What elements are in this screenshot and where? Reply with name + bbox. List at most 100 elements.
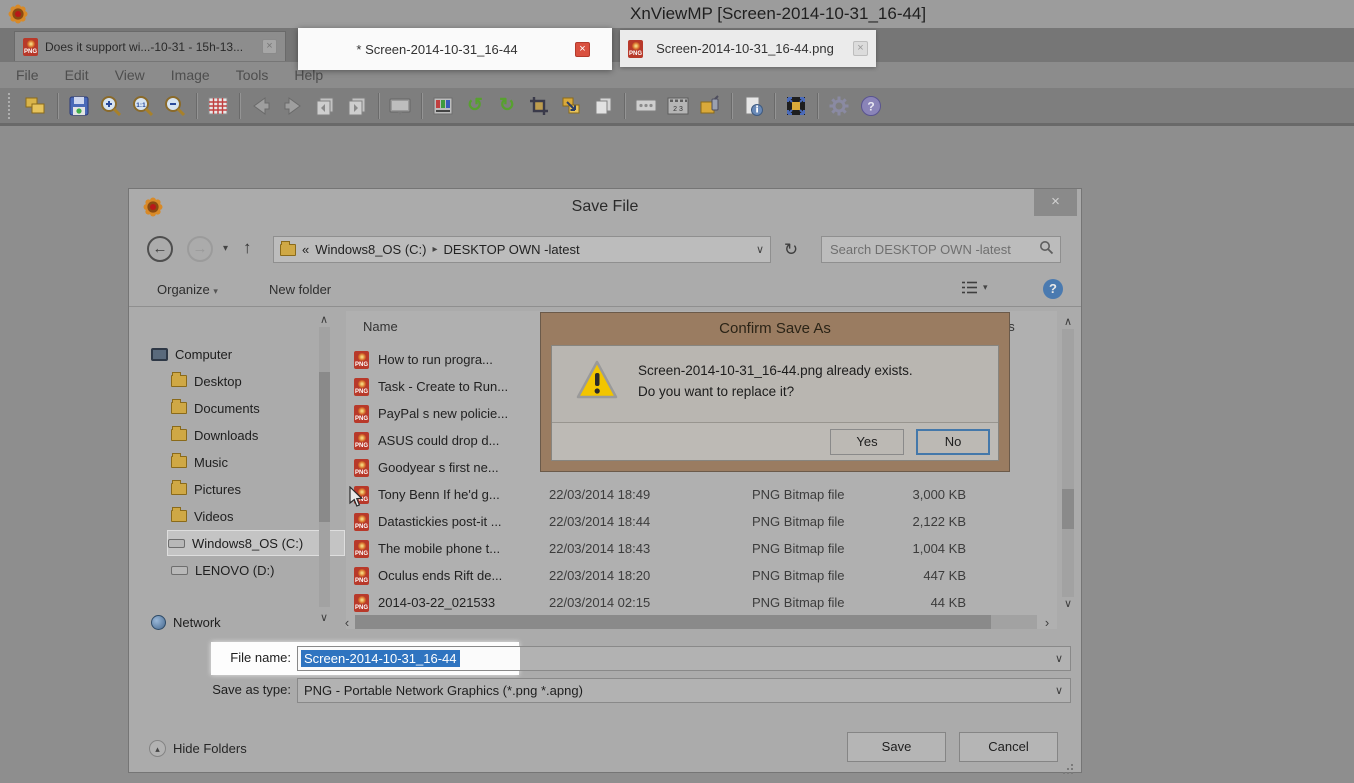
edit-image-icon[interactable] [694, 92, 726, 120]
menu-view[interactable]: View [115, 67, 145, 83]
save-dialog-titlebar[interactable]: Save File × [129, 189, 1081, 229]
scroll-right-icon[interactable]: › [1041, 615, 1053, 630]
breadcrumb-prefix[interactable]: « [302, 242, 309, 257]
zoom-in-icon[interactable] [95, 92, 127, 120]
info-icon[interactable] [737, 92, 769, 120]
browse-folders-icon[interactable] [20, 92, 52, 120]
close-dialog-icon[interactable]: × [1034, 189, 1077, 216]
close-tab-icon[interactable]: × [262, 39, 277, 54]
next-image-icon[interactable] [341, 92, 373, 120]
captions-icon[interactable] [630, 92, 662, 120]
menu-edit[interactable]: Edit [65, 67, 89, 83]
sidebar-item-music[interactable]: Music [171, 449, 341, 475]
scroll-down-icon[interactable]: ∨ [1061, 597, 1075, 610]
file-row[interactable]: PNG The mobile phone t... 22/03/2014 18:43… [354, 535, 1049, 562]
scroll-up-icon[interactable]: ∧ [1061, 315, 1075, 328]
list-horizontal-scrollbar[interactable] [355, 615, 1037, 629]
yes-button[interactable]: Yes [830, 429, 904, 455]
toolbar-drag-handle[interactable] [8, 92, 14, 119]
sidebar-item-pictures[interactable]: Pictures [171, 476, 341, 502]
sidebar-scrollbar[interactable] [319, 327, 330, 607]
sidebar-item-downloads[interactable]: Downloads [171, 422, 341, 448]
file-row[interactable]: PNG 2014-03-22_021533 22/03/2014 02:15 PNG … [354, 589, 1049, 616]
save-as-type-select[interactable]: PNG - Portable Network Graphics (*.png *… [297, 678, 1071, 703]
close-tab-icon[interactable]: × [574, 41, 590, 57]
sidebar-item-computer[interactable]: Computer [151, 341, 321, 367]
confirm-button-strip: Yes No [552, 422, 998, 460]
dropdown-icon[interactable]: ∨ [1055, 684, 1063, 697]
scroll-down-icon[interactable]: ∨ [317, 611, 331, 624]
breadcrumb-drive[interactable]: Windows8_OS (C:) [315, 242, 426, 257]
list-vertical-scrollbar[interactable] [1062, 329, 1074, 597]
sidebar-item-network[interactable]: Network [151, 609, 321, 635]
back-button[interactable]: ← [147, 236, 173, 262]
search-input[interactable] [828, 241, 1039, 258]
filmstrip-icon[interactable]: 2 3 [662, 92, 694, 120]
recent-locations-dropdown-icon[interactable]: ▾ [223, 243, 228, 254]
organize-button[interactable]: Organize ▾ [157, 282, 218, 297]
tab-screen-active[interactable]: * Screen-2014-10-31_16-44 × [298, 28, 612, 70]
resize-grip[interactable] [1071, 764, 1073, 766]
scrollbar-thumb[interactable] [355, 615, 991, 629]
breadcrumb-folder[interactable]: DESKTOP OWN -latest [444, 242, 580, 257]
scroll-up-icon[interactable]: ∧ [317, 313, 331, 326]
zoom-out-icon[interactable] [159, 92, 191, 120]
dropdown-icon[interactable]: ∨ [1055, 652, 1063, 665]
thumbnails-grid-icon[interactable] [202, 92, 234, 120]
help-icon[interactable]: ? [855, 92, 887, 120]
dialog-help-icon[interactable]: ? [1043, 279, 1063, 299]
scrollbar-thumb[interactable] [1062, 489, 1074, 529]
settings-gear-icon[interactable] [823, 92, 855, 120]
change-view-button[interactable]: ▾ [961, 280, 988, 295]
resize-icon[interactable] [555, 92, 587, 120]
rotate-right-icon[interactable]: ↻ [491, 92, 523, 120]
up-one-level-icon[interactable]: ↑ [243, 238, 252, 258]
app-titlebar: XnViewMP [Screen-2014-10-31_16-44] [0, 0, 1354, 28]
folder-tree: Computer Desktop Documents Downloads Mus… [137, 311, 345, 630]
no-button[interactable]: No [916, 429, 990, 455]
rotate-left-icon[interactable]: ↺ [459, 92, 491, 120]
adjust-colors-icon[interactable] [427, 92, 459, 120]
scrollbar-thumb[interactable] [319, 372, 330, 522]
menu-tools[interactable]: Tools [236, 67, 269, 83]
previous-image-icon[interactable] [309, 92, 341, 120]
tab-screen-png[interactable]: PNG Screen-2014-10-31_16-44.png × [620, 30, 876, 67]
tab-does-it-support[interactable]: PNG Does it support wi...-10-31 - 15h-13… [14, 31, 286, 61]
crop-icon[interactable] [523, 92, 555, 120]
search-box[interactable] [821, 236, 1061, 263]
refresh-icon[interactable]: ↻ [779, 236, 803, 263]
mouse-cursor [349, 485, 364, 513]
sidebar-item-documents[interactable]: Documents [171, 395, 341, 421]
chevron-down-icon: ▾ [983, 282, 988, 292]
sidebar-item-desktop[interactable]: Desktop [171, 368, 341, 394]
menu-image[interactable]: Image [171, 67, 210, 83]
scroll-left-icon[interactable]: ‹ [341, 615, 353, 630]
column-header-name[interactable]: Name [363, 319, 398, 334]
close-tab-icon[interactable]: × [853, 41, 868, 56]
slideshow-icon[interactable] [384, 92, 416, 120]
file-row[interactable]: PNG Tony Benn If he'd g... 22/03/2014 18:4… [354, 481, 1049, 508]
folder-icon [280, 240, 296, 256]
previous-icon[interactable] [245, 92, 277, 120]
file-row[interactable]: PNG Datastickies post-it ... 22/03/2014 18… [354, 508, 1049, 535]
copy-icon[interactable] [587, 92, 619, 120]
save-icon[interactable] [63, 92, 95, 120]
address-dropdown-icon[interactable]: ∨ [756, 243, 764, 256]
fullscreen-icon[interactable] [780, 92, 812, 120]
confirm-dialog-titlebar[interactable]: Confirm Save As [541, 313, 1009, 345]
zoom-actual-icon[interactable]: 1:1 [127, 92, 159, 120]
forward-button[interactable]: → [187, 236, 213, 262]
file-name-input[interactable]: Screen-2014-10-31_16-44 ∨ [297, 646, 1071, 671]
toolbar-separator [196, 92, 197, 119]
new-folder-button[interactable]: New folder [269, 282, 331, 297]
cancel-button[interactable]: Cancel [959, 732, 1058, 762]
sidebar-item-lenovo[interactable]: LENOVO (D:) [171, 557, 341, 583]
next-icon[interactable] [277, 92, 309, 120]
toolbar-separator [731, 92, 732, 119]
hide-folders-button[interactable]: ▴ Hide Folders [149, 740, 247, 757]
file-row[interactable]: PNG Oculus ends Rift de... 22/03/2014 18:2… [354, 562, 1049, 589]
save-button[interactable]: Save [847, 732, 946, 762]
sidebar-item-videos[interactable]: Videos [171, 503, 341, 529]
address-bar[interactable]: « Windows8_OS (C:) ▸ DESKTOP OWN -latest… [273, 236, 771, 263]
menu-file[interactable]: File [16, 67, 39, 83]
